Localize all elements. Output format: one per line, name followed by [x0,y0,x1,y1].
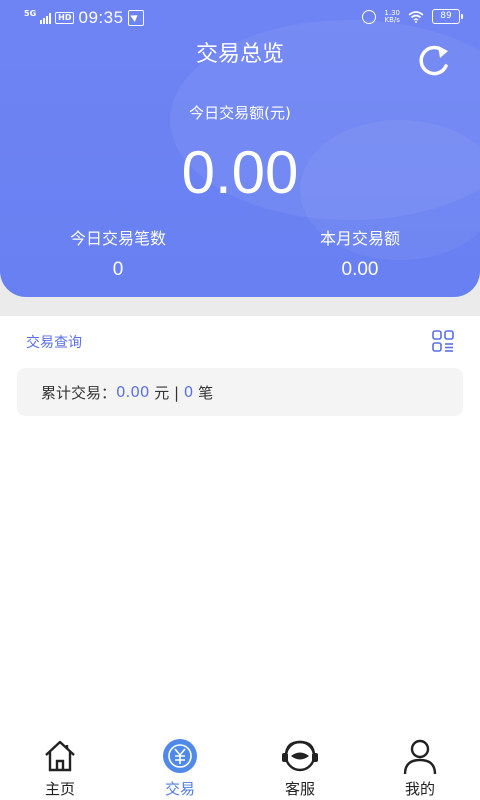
today-count-label: 今日交易笔数 [69,229,166,248]
month-amount-value: 0.00 [341,259,379,280]
wifi-icon [408,10,424,23]
bottom-nav: 主页 交易 客服 我的 [0,728,480,800]
customer-service-icon [282,740,318,772]
nav-transaction[interactable]: 交易 [120,736,240,799]
summary-amount-unit: 元 | [149,383,184,402]
nav-home[interactable]: 主页 [0,736,120,799]
nav-home-label: 主页 [44,780,75,798]
refresh-icon[interactable] [414,42,454,82]
home-icon [45,740,75,772]
nav-customer-service[interactable]: 客服 [240,736,360,799]
nav-customer-service-label: 客服 [284,780,315,798]
overview-header: 5G HD 09:35 1.30 KB/s 89 交易总览 今日交易额(元) 0… [0,0,480,297]
status-right: 1.30 KB/s 89 [362,9,463,24]
hd-badge: HD [55,12,75,24]
transaction-query-row: 交易查询 [0,316,480,368]
month-amount-label: 本月交易额 [319,229,400,248]
status-bar: 5G HD 09:35 1.30 KB/s 89 [0,0,480,36]
summary-count-unit: 笔 [193,383,214,402]
battery-icon: 89 [432,9,463,24]
network-speed: 1.30 KB/s [384,9,400,24]
yuan-icon [163,739,197,773]
speed-unit: KB/s [384,15,400,24]
summary-prefix: 累计交易： [41,383,117,402]
network-type: 5G [24,9,37,18]
today-amount-value: 0.00 [181,139,299,206]
alarm-icon [362,9,377,24]
grid-list-icon[interactable] [432,330,454,352]
nav-mine-label: 我的 [404,780,435,798]
user-icon [403,739,437,775]
page-title: 交易总览 [195,42,284,67]
nav-mine[interactable]: 我的 [360,736,480,799]
month-amount-stat: 本月交易额 0.00 [298,225,422,281]
page: 5G HD 09:35 1.30 KB/s 89 交易总览 今日交易额(元) 0… [0,0,480,800]
send-icon [127,10,144,26]
today-amount-label: 今日交易额(元) [189,104,291,122]
status-left: 5G HD 09:35 [24,8,144,28]
transaction-query-link[interactable]: 交易查询 [26,332,82,352]
summary-count: 0 [183,383,194,401]
status-time: 09:35 [78,8,124,27]
today-count-value: 0 [112,259,124,280]
summary-amount: 0.00 [116,383,150,401]
cumulative-summary: 累计交易： 0.00 元 | 0 笔 [17,368,463,416]
today-count-stat: 今日交易笔数 0 [58,225,178,281]
signal-icon [40,12,52,24]
nav-transaction-label: 交易 [164,780,195,798]
